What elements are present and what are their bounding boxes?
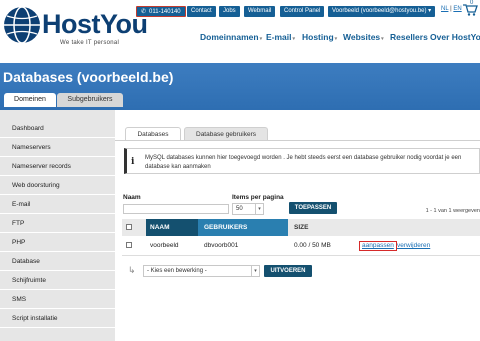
page-banner: Databases (voorbeeld.be) Domeinen Subgeb… — [0, 63, 480, 110]
updown-arrow-icon: ▾ — [255, 204, 263, 214]
lang-nl-link[interactable]: NL — [441, 6, 448, 12]
tab-database-gebruikers[interactable]: Database gebruikers — [184, 127, 268, 140]
nav-email[interactable]: E-mail▾ — [266, 32, 295, 42]
sidebar-item-nameserver-records[interactable]: Nameserver records — [0, 157, 115, 176]
tab-domeinen[interactable]: Domeinen — [4, 93, 56, 107]
tab-databases[interactable]: Databases — [125, 127, 181, 140]
result-count: 1 - 1 van 1 weergeven — [425, 208, 480, 214]
chevron-down-icon: ▾ — [292, 36, 296, 42]
header-select-cell — [122, 219, 144, 236]
phone-button[interactable]: ✆ 011-140140 — [136, 6, 186, 17]
nav-label: Websites — [343, 32, 381, 42]
chevron-down-icon: ▾ — [381, 36, 384, 42]
column-header-gebruikers[interactable]: GEBRUIKERS — [198, 219, 288, 236]
edit-link[interactable]: aanpassen — [359, 241, 397, 251]
apply-button[interactable]: TOEPASSEN — [289, 202, 337, 214]
tab-subgebruikers[interactable]: Subgebruikers — [57, 93, 123, 107]
chevron-down-icon: ▾ — [259, 36, 263, 42]
site-header: HostYou We take IT personal ✆ 011-140140 … — [0, 0, 480, 63]
sidebar-item-ftp[interactable]: FTP — [0, 214, 115, 233]
contact-button[interactable]: Contact — [187, 6, 216, 17]
nav-resellers[interactable]: Resellers — [390, 32, 428, 42]
updown-arrow-icon: ▾ — [251, 266, 259, 276]
name-filter-label: Naam — [123, 194, 141, 201]
sidebar-item-script-installatie[interactable]: Script installatie — [0, 309, 115, 328]
per-page-label: Items per pagina — [232, 194, 284, 201]
nav-label: E-mail — [266, 32, 292, 42]
sidebar-item-database[interactable]: Database — [0, 252, 115, 271]
cart-count: 0 — [470, 0, 474, 6]
row-name: voorbeeld — [150, 242, 179, 249]
sidebar-item-email[interactable]: E-mail — [0, 195, 115, 214]
sidebar-item-web-doorsturing[interactable]: Web doorsturing — [0, 176, 115, 195]
phone-number: 011-140140 — [149, 9, 181, 15]
nav-websites[interactable]: Websites▾ — [343, 32, 384, 42]
sidebar-item-nameservers[interactable]: Nameservers — [0, 138, 115, 157]
main-nav: Domeinnamen▾ E-mail▾ Hosting▾ Websites▾ … — [0, 32, 480, 44]
nav-domeinnamen[interactable]: Domeinnamen▾ — [200, 32, 262, 42]
column-header-naam[interactable]: NAAM — [146, 219, 198, 236]
webmail-button[interactable]: Webmail — [244, 6, 276, 17]
nav-hosting[interactable]: Hosting▾ — [302, 32, 337, 42]
sidebar-item-sms[interactable]: SMS — [0, 290, 115, 309]
chevron-down-icon: ▾ — [334, 36, 338, 42]
lang-separator: | — [450, 6, 452, 12]
row-checkbox[interactable] — [126, 242, 132, 248]
per-page-value: 50 — [236, 206, 243, 212]
phone-icon: ✆ — [141, 9, 147, 15]
info-icon: i — [131, 157, 135, 167]
tab-divider — [115, 140, 480, 141]
select-all-checkbox[interactable] — [126, 224, 132, 230]
sidebar-item-dashboard[interactable]: Dashboard — [0, 119, 115, 138]
bulk-arrow-icon: ↳ — [128, 265, 136, 275]
row-user: dbvoorb001 — [204, 242, 239, 249]
delete-link[interactable]: verwijderen — [397, 241, 430, 251]
nav-label: Over HostYou — [430, 32, 480, 42]
sidebar-item-php[interactable]: PHP — [0, 233, 115, 252]
main-content: Databases Database gebruikers i MySQL da… — [115, 110, 480, 341]
jobs-button[interactable]: Jobs — [219, 6, 240, 17]
language-switcher: NL | EN — [441, 6, 462, 12]
nav-over-hostyou[interactable]: Over HostYou — [430, 32, 480, 42]
per-page-select[interactable]: 50 ▾ — [232, 203, 264, 215]
nav-label: Hosting — [302, 32, 334, 42]
sidebar: Dashboard Nameservers Nameserver records… — [0, 110, 115, 341]
sidebar-item-schijfruimte[interactable]: Schijfruimte — [0, 271, 115, 290]
execute-button[interactable]: UITVOEREN — [264, 265, 312, 277]
bulk-action-select[interactable]: - Kies een bewerking - ▾ — [143, 265, 260, 277]
control-panel-button[interactable]: Control Panel — [280, 6, 325, 17]
table-header: NAAM GEBRUIKERS SIZE — [122, 219, 480, 236]
bulk-action-value: - Kies een bewerking - — [147, 268, 207, 274]
row-size: 0.00 / 50 MB — [294, 242, 331, 249]
table-row: voorbeeld dbvoorb001 0.00 / 50 MB aanpas… — [122, 236, 480, 256]
page-title: Databases (voorbeeld.be) — [3, 69, 174, 85]
account-dropdown[interactable]: Voorbeeld (voorbeeld@hostyou.be) ▾ — [328, 6, 436, 17]
column-header-size: SIZE — [294, 224, 309, 231]
lang-en-link[interactable]: EN — [453, 6, 461, 12]
info-text: MySQL databases kunnen hier toegevoegd w… — [145, 155, 462, 170]
nav-label: Resellers — [390, 32, 428, 42]
info-box: i MySQL databases kunnen hier toegevoegd… — [124, 148, 480, 174]
nav-label: Domeinnamen — [200, 32, 259, 42]
name-filter-input[interactable] — [123, 204, 229, 214]
